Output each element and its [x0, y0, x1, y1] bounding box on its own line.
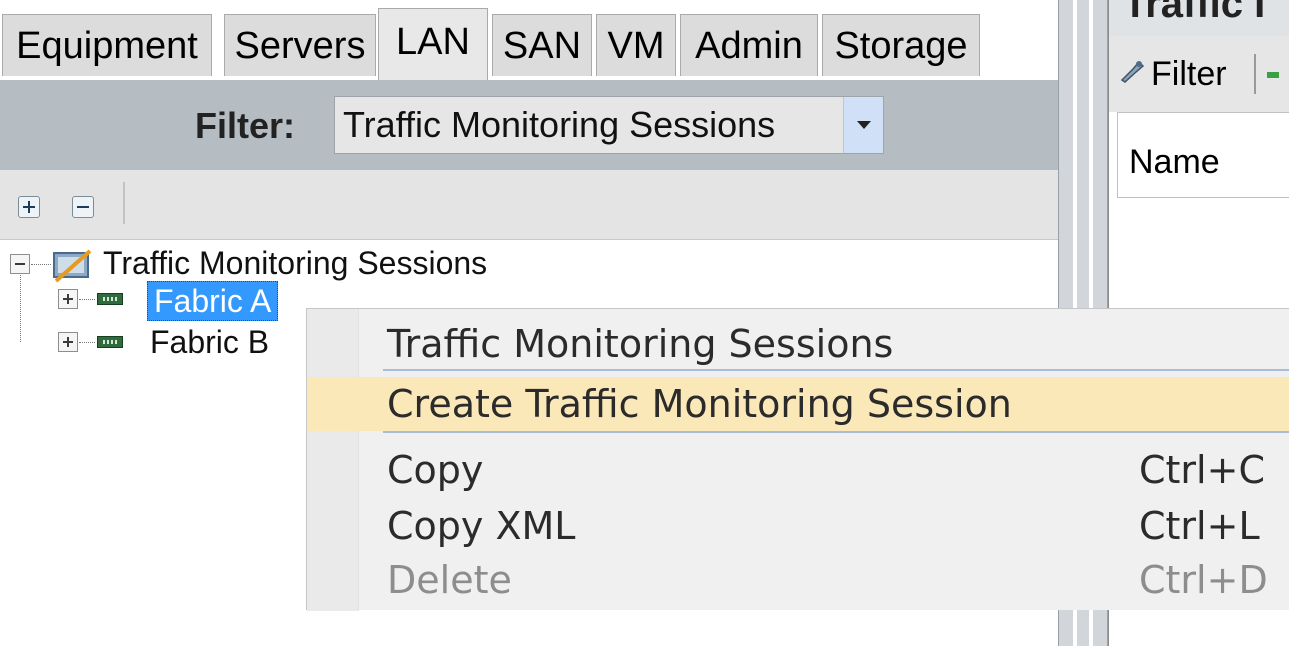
- menu-item-copy[interactable]: Copy Ctrl+C: [307, 443, 1289, 497]
- tab-san[interactable]: SAN: [492, 14, 592, 76]
- tree-node-traffic-monitoring-sessions[interactable]: Traffic Monitoring Sessions: [103, 244, 487, 282]
- content-title: Traffic I: [1123, 0, 1266, 26]
- tab-admin[interactable]: Admin: [680, 14, 818, 76]
- filter-dropdown-value: Traffic Monitoring Sessions: [343, 104, 776, 145]
- traffic-monitoring-icon: [53, 249, 92, 283]
- expand-toggle-icon[interactable]: [58, 332, 78, 352]
- filter-icon[interactable]: [1119, 58, 1145, 84]
- tree-connector: [20, 275, 21, 342]
- menu-item-shortcut: Ctrl+L: [1139, 504, 1260, 548]
- column-header-name[interactable]: Name: [1129, 142, 1220, 182]
- tree-connector: [79, 342, 95, 343]
- filter-dropdown[interactable]: Traffic Monitoring Sessions: [334, 96, 884, 154]
- menu-separator: [383, 369, 1289, 371]
- tree-connector: [79, 299, 95, 300]
- menu-item-shortcut: Ctrl+D: [1139, 558, 1268, 602]
- filter-button[interactable]: Filter: [1151, 54, 1227, 94]
- context-menu: Traffic Monitoring Sessions Create Traff…: [306, 308, 1289, 611]
- collapse-all-icon[interactable]: [72, 196, 94, 218]
- toolbar-divider: [1254, 54, 1256, 94]
- menu-item-label: Create Traffic Monitoring Session: [387, 382, 1012, 426]
- toolbar-divider: [123, 182, 125, 224]
- fabric-icon: [97, 293, 123, 305]
- content-header: Traffic I: [1109, 0, 1289, 36]
- add-icon[interactable]: [1267, 72, 1279, 78]
- menu-item-copy-xml[interactable]: Copy XML Ctrl+L: [307, 499, 1289, 553]
- menu-item-shortcut: Ctrl+C: [1139, 448, 1265, 492]
- expand-all-icon[interactable]: [18, 196, 40, 218]
- tab-strip: Equipment Servers LAN SAN VM Admin Stora…: [0, 0, 1058, 80]
- chevron-down-icon[interactable]: [843, 97, 883, 153]
- tab-equipment[interactable]: Equipment: [2, 14, 212, 76]
- filter-label: Filter:: [195, 105, 296, 146]
- tree-node-fabric-b[interactable]: Fabric B: [150, 323, 269, 361]
- menu-separator: [383, 431, 1289, 433]
- menu-item-traffic-monitoring-sessions[interactable]: Traffic Monitoring Sessions: [307, 317, 1289, 371]
- tab-storage[interactable]: Storage: [822, 14, 980, 76]
- tree-node-fabric-a[interactable]: Fabric A: [147, 281, 279, 321]
- fabric-icon: [97, 336, 123, 348]
- menu-item-label: Traffic Monitoring Sessions: [387, 322, 894, 366]
- tree-toolbar: [0, 170, 1058, 240]
- expand-toggle-icon[interactable]: [58, 289, 78, 309]
- tree-connector: [31, 264, 51, 265]
- tab-servers[interactable]: Servers: [224, 14, 376, 76]
- tab-vm[interactable]: VM: [596, 14, 676, 76]
- menu-item-delete[interactable]: Delete Ctrl+D: [307, 555, 1289, 609]
- menu-item-label: Copy: [387, 448, 484, 492]
- collapse-toggle-icon[interactable]: [10, 254, 30, 274]
- tab-lan[interactable]: LAN: [378, 8, 488, 80]
- menu-item-label: Delete: [387, 558, 512, 602]
- menu-item-label: Copy XML: [387, 504, 576, 548]
- menu-item-create-traffic-monitoring-session[interactable]: Create Traffic Monitoring Session: [307, 377, 1289, 431]
